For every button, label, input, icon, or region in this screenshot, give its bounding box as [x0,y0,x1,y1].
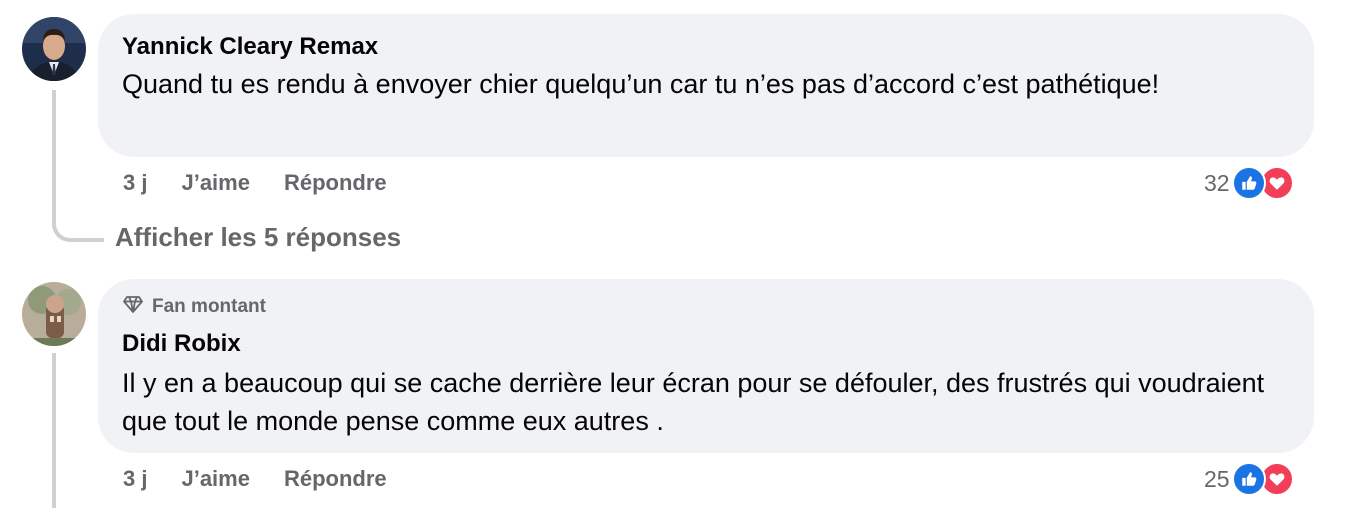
thread-line-2 [52,353,56,508]
reply-button[interactable]: Répondre [284,170,387,196]
rising-fan-diamond-icon [122,293,152,321]
like-button[interactable]: J’aime [181,170,250,196]
like-button-2[interactable]: J’aime [181,466,250,492]
comment-author-2[interactable]: Didi Robix [122,329,1290,359]
show-replies-link[interactable]: Afficher les 5 réponses [115,222,401,253]
comment-actions: 3 j J’aime Répondre [123,170,421,196]
reaction-summary[interactable]: 32 [1204,166,1294,200]
comment-actions-2: 3 j J’aime Répondre [123,466,421,492]
thread-line [52,90,56,210]
fan-badge: Fan montant [122,293,1290,321]
comment-text-2: Il y en a beaucoup qui se cache derrière… [122,368,1265,436]
reaction-count-2: 25 [1204,465,1230,492]
reply-button-2[interactable]: Répondre [284,466,387,492]
avatar-yannick[interactable] [22,17,86,81]
comment-author[interactable]: Yannick Cleary Remax [122,32,1290,62]
comment-text: Quand tu es rendu à envoyer chier quelqu… [122,69,1160,99]
comment-timestamp-2[interactable]: 3 j [123,466,147,492]
like-icon [1231,166,1266,200]
comment-bubble: Yannick Cleary Remax Quand tu es rendu à… [98,14,1314,157]
fan-badge-label: Fan montant [152,296,266,317]
comment-bubble-2: Fan montant Didi Robix Il y en a beaucou… [98,279,1314,453]
avatar-didi[interactable] [22,282,86,346]
reaction-summary-2[interactable]: 25 [1204,462,1294,496]
reaction-count: 32 [1204,169,1230,196]
like-icon [1231,462,1266,496]
comment-timestamp[interactable]: 3 j [123,170,147,196]
thread-connector [52,200,104,242]
